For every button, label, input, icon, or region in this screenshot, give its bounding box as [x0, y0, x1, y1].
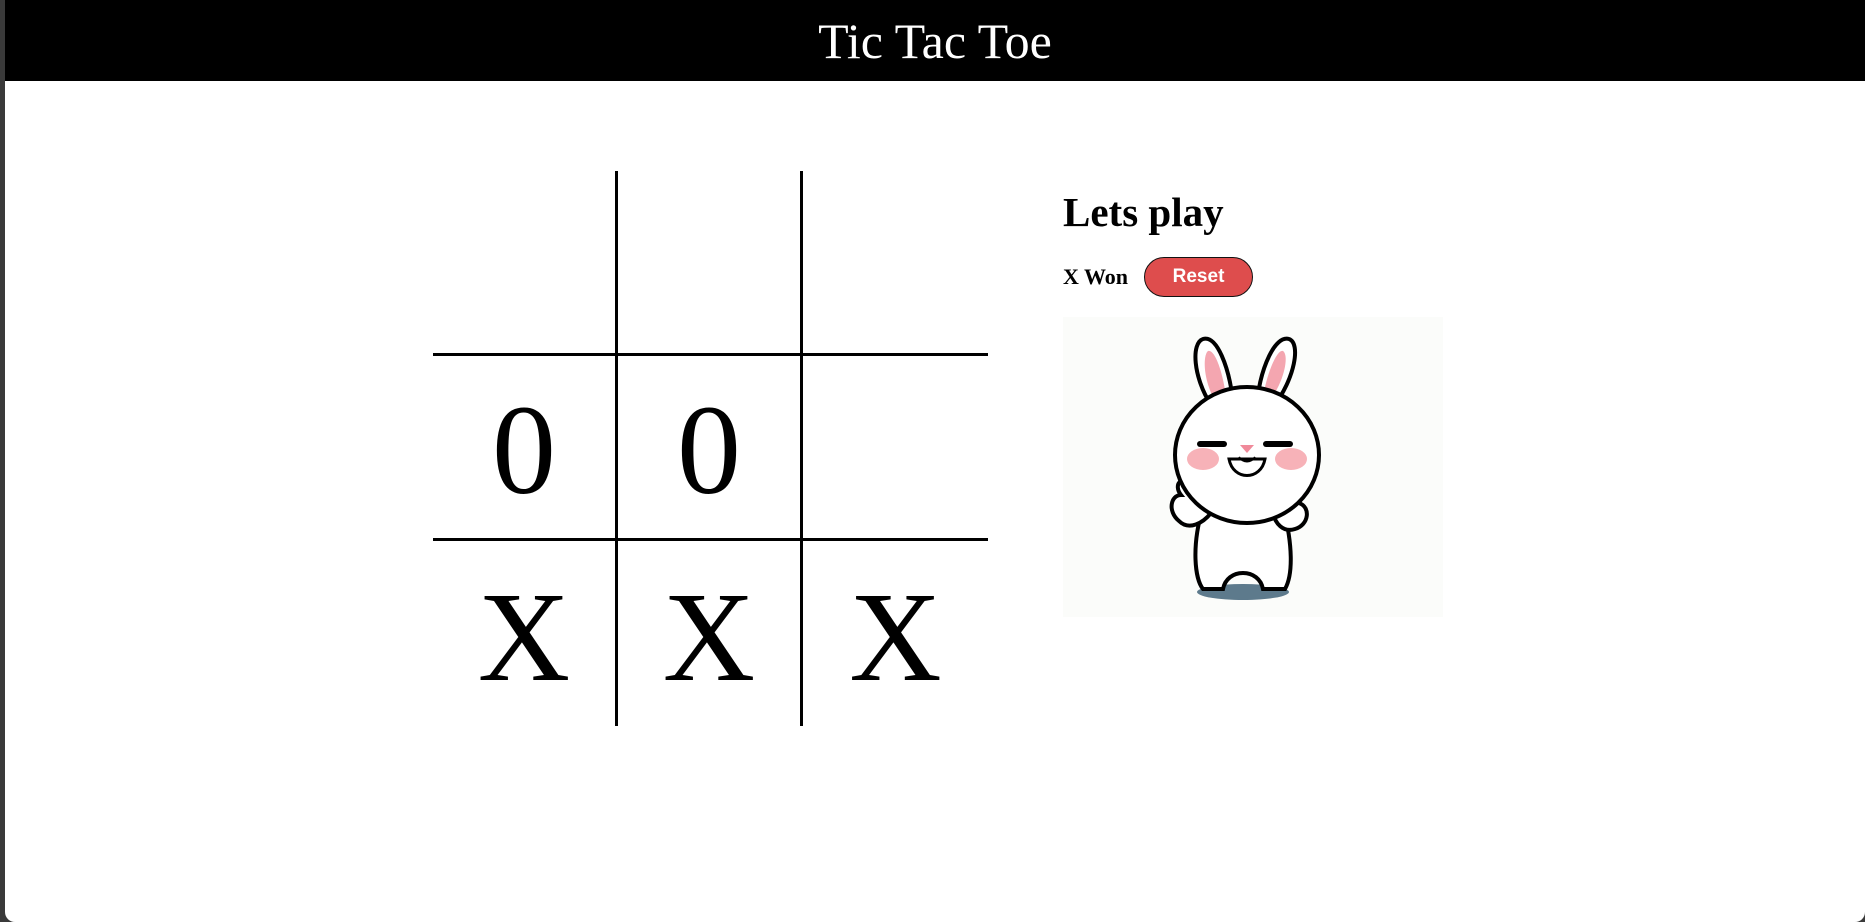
- panel-heading: Lets play: [1063, 189, 1224, 235]
- celebration-bunny-image: [1063, 317, 1443, 617]
- bunny-left-eye: [1197, 441, 1227, 447]
- bunny-left-blush: [1187, 448, 1219, 470]
- board-cell-9[interactable]: X: [803, 541, 988, 726]
- board-cell-7[interactable]: X: [433, 541, 618, 726]
- board-cell-8[interactable]: X: [618, 541, 803, 726]
- cell-mark: X: [849, 565, 942, 708]
- cell-mark: 0: [492, 379, 556, 521]
- app-header: Tic Tac Toe: [5, 0, 1865, 81]
- bunny-illustration: [1169, 336, 1321, 600]
- board-cell-2[interactable]: [618, 171, 803, 356]
- cell-mark: 0: [677, 379, 741, 521]
- game-status: X Won: [1063, 264, 1129, 290]
- bunny-right-blush: [1275, 448, 1307, 470]
- board-cell-1[interactable]: [433, 171, 618, 356]
- bunny-right-eye: [1263, 441, 1293, 447]
- page: Tic Tac Toe 0 0 X X X Lets play X Won Re…: [5, 0, 1865, 922]
- reset-button[interactable]: Reset: [1144, 257, 1254, 298]
- board-cell-4[interactable]: 0: [433, 356, 618, 541]
- app-title: Tic Tac Toe: [818, 12, 1052, 69]
- cell-mark: X: [477, 565, 571, 708]
- cell-mark: X: [662, 565, 756, 708]
- board-cell-6[interactable]: [803, 356, 988, 541]
- game-panel: Lets play X Won Reset: [1063, 189, 1254, 298]
- board-cell-5[interactable]: 0: [618, 356, 803, 541]
- status-row: X Won Reset: [1063, 257, 1254, 298]
- board-cell-3[interactable]: [803, 171, 988, 356]
- game-board: 0 0 X X X: [433, 171, 994, 726]
